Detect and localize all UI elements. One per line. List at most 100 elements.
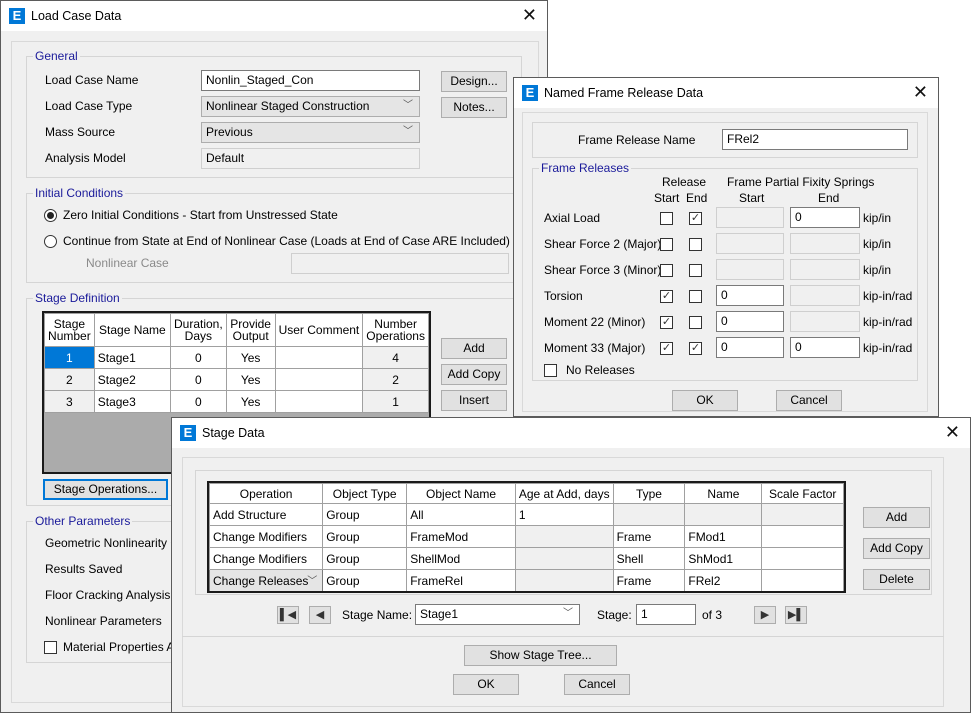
- cell-output[interactable]: Yes: [225, 346, 276, 369]
- previous-stage-button[interactable]: ◀: [309, 606, 331, 624]
- app-logo-icon: E: [522, 85, 538, 101]
- cell-output[interactable]: Yes: [225, 368, 276, 391]
- first-stage-button[interactable]: ▌◀: [277, 606, 299, 624]
- cell-output[interactable]: Yes: [225, 390, 276, 413]
- spring-end-input[interactable]: 0: [790, 337, 860, 358]
- continue-state-radio[interactable]: [44, 235, 57, 248]
- design-button[interactable]: Design...: [441, 71, 507, 92]
- release-start-checkbox[interactable]: ✓: [660, 342, 673, 355]
- next-stage-button[interactable]: ▶: [754, 606, 776, 624]
- cell-object-name[interactable]: ShellMod: [406, 547, 516, 570]
- table-row[interactable]: Change Modifiers Group ShellMod Shell Sh…: [209, 547, 844, 570]
- close-icon[interactable]: ✕: [913, 83, 928, 101]
- cell-age[interactable]: 1: [514, 503, 614, 526]
- cell-object-type[interactable]: Group: [322, 503, 408, 526]
- show-stage-tree-button[interactable]: Show Stage Tree...: [464, 645, 617, 666]
- release-end-checkbox[interactable]: [689, 264, 702, 277]
- close-icon[interactable]: ✕: [945, 423, 960, 441]
- cell-name[interactable]: ShMod1: [684, 547, 763, 570]
- stage-add-button[interactable]: Add: [441, 338, 507, 359]
- stage-insert-button[interactable]: Insert: [441, 390, 507, 411]
- stage-data-titlebar[interactable]: E Stage Data ✕: [172, 418, 970, 448]
- frame-release-titlebar[interactable]: E Named Frame Release Data ✕: [514, 78, 938, 108]
- stage-number-input[interactable]: 1: [636, 604, 696, 625]
- load-case-titlebar[interactable]: E Load Case Data ✕: [1, 1, 547, 31]
- stage-add-copy-button[interactable]: Add Copy: [441, 364, 507, 385]
- stage-data-ok-button[interactable]: OK: [453, 674, 519, 695]
- cell-stage-number[interactable]: 3: [44, 390, 95, 413]
- cell-name[interactable]: FMod1: [684, 525, 763, 548]
- operation-add-button[interactable]: Add: [863, 507, 930, 528]
- cell-operation[interactable]: Change Modifiers: [209, 525, 324, 548]
- frame-release-cancel-button[interactable]: Cancel: [776, 390, 842, 411]
- cell-duration[interactable]: 0: [170, 346, 227, 369]
- cell-type[interactable]: Frame: [612, 525, 686, 548]
- table-row[interactable]: 3 Stage3 0 Yes 1: [44, 390, 429, 413]
- frame-release-dialog: E Named Frame Release Data ✕ Frame Relea…: [513, 77, 939, 417]
- spring-start-input[interactable]: 0: [716, 337, 784, 358]
- stage-definition-label: Stage Definition: [33, 291, 122, 305]
- release-end-checkbox[interactable]: [689, 238, 702, 251]
- cell-comment[interactable]: [274, 346, 364, 369]
- floor-cracking-label: Floor Cracking Analysis: [45, 588, 171, 602]
- cell-name[interactable]: FRel2: [684, 569, 763, 591]
- cell-object-name[interactable]: FrameRel: [406, 569, 516, 591]
- stage-operations-button[interactable]: Stage Operations...: [43, 479, 168, 500]
- cell-stage-number[interactable]: 1: [44, 346, 95, 369]
- cell-object-type[interactable]: Group: [322, 547, 408, 570]
- cell-type[interactable]: Frame: [612, 569, 686, 591]
- cell-stage-name[interactable]: Stage1: [93, 346, 172, 369]
- close-icon[interactable]: ✕: [522, 6, 537, 24]
- cell-operation[interactable]: Change Modifiers: [209, 547, 324, 570]
- table-row[interactable]: Add Structure Group All 1: [209, 503, 844, 526]
- cell-stage-name[interactable]: Stage3: [93, 390, 172, 413]
- release-start-checkbox[interactable]: ✓: [660, 316, 673, 329]
- operation-add-copy-button[interactable]: Add Copy: [863, 538, 930, 559]
- release-end-checkbox[interactable]: [689, 316, 702, 329]
- table-row[interactable]: Change Releases ﹀ Group FrameRel Frame F…: [209, 569, 844, 591]
- spring-start-input[interactable]: 0: [716, 285, 784, 306]
- operation-select[interactable]: Change Releases ﹀: [209, 569, 324, 591]
- frame-release-name-input[interactable]: FRel2: [722, 129, 908, 150]
- spring-start-input[interactable]: 0: [716, 311, 784, 332]
- cell-operation[interactable]: Add Structure: [209, 503, 324, 526]
- release-end-checkbox[interactable]: [689, 290, 702, 303]
- cell-scale[interactable]: [761, 525, 844, 548]
- cell-object-type[interactable]: Group: [322, 569, 408, 591]
- cell-stage-name[interactable]: Stage2: [93, 368, 172, 391]
- table-row[interactable]: Change Modifiers Group FrameMod Frame FM…: [209, 525, 844, 548]
- load-case-name-input[interactable]: Nonlin_Staged_Con: [201, 70, 420, 91]
- chevron-down-icon: ﹀: [403, 100, 413, 111]
- cell-scale[interactable]: [761, 569, 844, 591]
- cell-type[interactable]: Shell: [612, 547, 686, 570]
- table-row[interactable]: 2 Stage2 0 Yes 2: [44, 368, 429, 391]
- release-start-checkbox[interactable]: ✓: [660, 290, 673, 303]
- cell-duration[interactable]: 0: [170, 390, 227, 413]
- cell-stage-number[interactable]: 2: [44, 368, 95, 391]
- release-start-checkbox[interactable]: [660, 212, 673, 225]
- mass-source-select[interactable]: Previous ﹀: [201, 122, 420, 143]
- last-stage-button[interactable]: ▶▌: [785, 606, 807, 624]
- table-row[interactable]: 1 Stage1 0 Yes 4: [44, 346, 429, 369]
- cell-object-name[interactable]: All: [406, 503, 516, 526]
- cell-comment[interactable]: [274, 368, 364, 391]
- no-releases-checkbox[interactable]: [544, 364, 557, 377]
- cell-scale[interactable]: [761, 547, 844, 570]
- stage-name-select[interactable]: Stage1 ﹀: [415, 604, 580, 625]
- release-end-checkbox[interactable]: ✓: [689, 212, 702, 225]
- load-case-type-select[interactable]: Nonlinear Staged Construction ﹀: [201, 96, 420, 117]
- release-start-checkbox[interactable]: [660, 264, 673, 277]
- cell-duration[interactable]: 0: [170, 368, 227, 391]
- cell-object-type[interactable]: Group: [322, 525, 408, 548]
- release-start-checkbox[interactable]: [660, 238, 673, 251]
- material-properties-checkbox[interactable]: [44, 641, 57, 654]
- frame-release-ok-button[interactable]: OK: [672, 390, 738, 411]
- cell-comment[interactable]: [274, 390, 364, 413]
- release-end-checkbox[interactable]: ✓: [689, 342, 702, 355]
- notes-button[interactable]: Notes...: [441, 97, 507, 118]
- spring-end-input[interactable]: 0: [790, 207, 860, 228]
- stage-data-cancel-button[interactable]: Cancel: [564, 674, 630, 695]
- zero-initial-radio[interactable]: [44, 209, 57, 222]
- cell-object-name[interactable]: FrameMod: [406, 525, 516, 548]
- operation-delete-button[interactable]: Delete: [863, 569, 930, 590]
